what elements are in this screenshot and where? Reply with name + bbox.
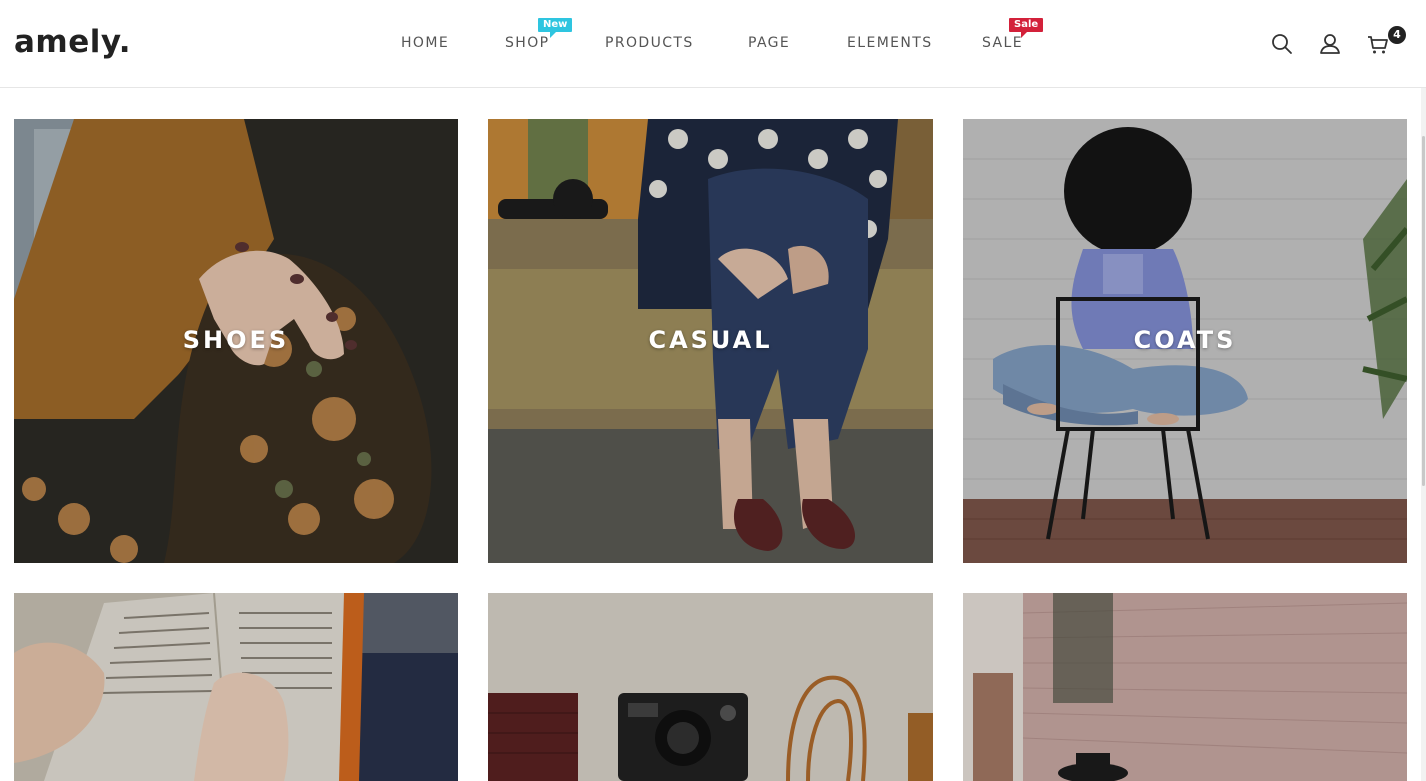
new-badge: New [538, 18, 573, 38]
category-label: SHOES [182, 326, 290, 354]
category-tile-shoes[interactable]: SHOES [14, 119, 458, 563]
nav-item-elements[interactable]: ELEMENTS [847, 34, 933, 52]
search-icon[interactable] [1270, 32, 1294, 56]
nav-item-shop[interactable]: SHOP [505, 34, 549, 52]
nav-item-home[interactable]: HOME [401, 34, 449, 52]
tile-overlay [14, 593, 458, 781]
nav-item-products[interactable]: PRODUCTS [605, 34, 694, 52]
category-tile-street[interactable] [963, 593, 1407, 781]
sale-badge: Sale [1009, 18, 1044, 38]
category-tile-coats[interactable]: COATS [963, 119, 1407, 563]
category-tile-accessories[interactable] [488, 593, 933, 781]
category-label: COATS [1133, 326, 1237, 354]
scrollbar-thumb[interactable] [1422, 136, 1425, 486]
cart-count-badge: 4 [1388, 26, 1406, 44]
tile-overlay [963, 593, 1407, 781]
nav-item-sale[interactable]: SALE [982, 34, 1023, 52]
site-header: amely. HOME SHOP New PRODUCTS PAGE ELEME… [0, 0, 1426, 88]
nav-item-page[interactable]: PAGE [748, 34, 790, 52]
site-logo[interactable]: amely. [14, 22, 131, 62]
cart-icon[interactable] [1366, 32, 1390, 56]
user-icon[interactable] [1318, 32, 1342, 56]
category-label: CASUAL [648, 326, 773, 354]
tile-overlay [488, 593, 933, 781]
category-tile-casual[interactable]: CASUAL [488, 119, 933, 563]
category-tile-book[interactable] [14, 593, 458, 781]
